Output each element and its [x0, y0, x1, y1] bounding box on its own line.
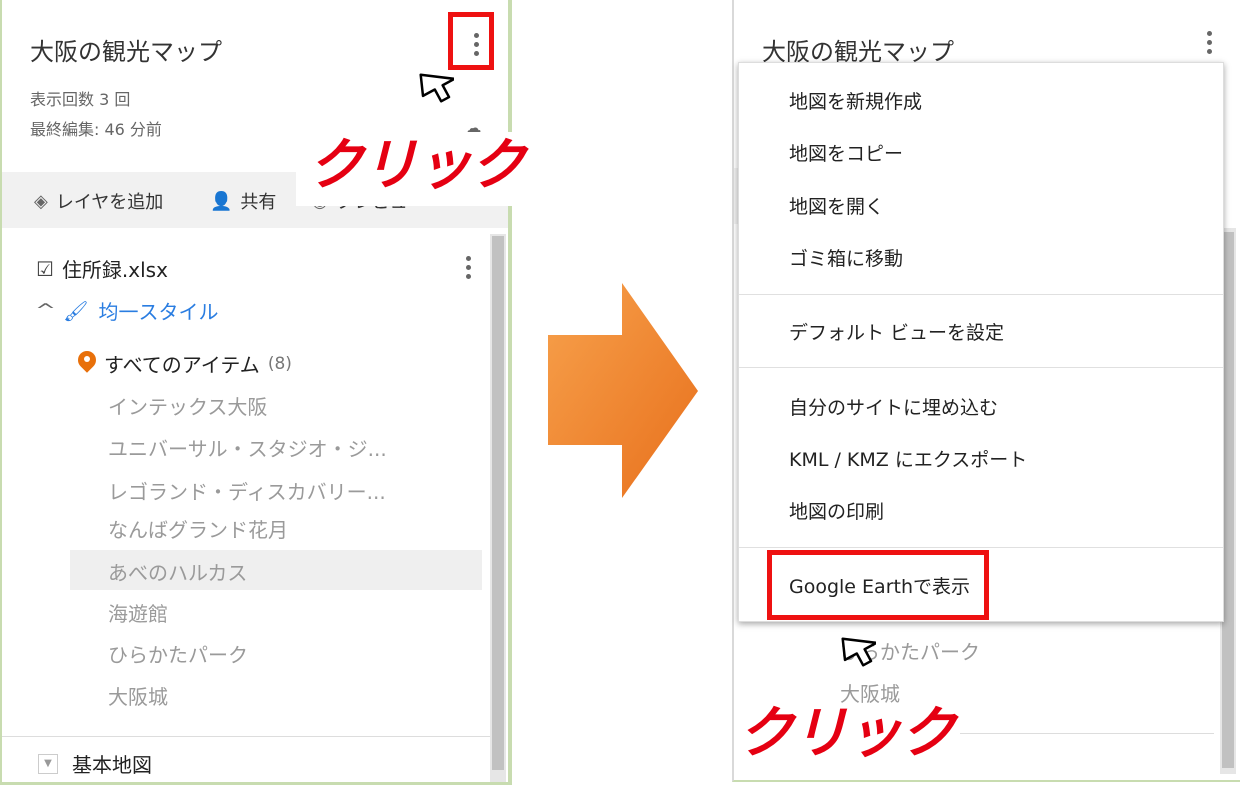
map-options-menu: 地図を新規作成 地図をコピー 地図を開く ゴミ箱に移動 デフォルト ビューを設定… [738, 62, 1224, 622]
list-item[interactable]: レゴランド・ディスカバリー... [108, 476, 386, 505]
add-layer-label: レイヤを追加 [55, 192, 164, 213]
share-label: 共有 [240, 192, 277, 213]
menu-item-new-map[interactable]: 地図を新規作成 [789, 87, 922, 114]
base-map-label: 基本地図 [72, 753, 152, 777]
item-count: (8) [267, 353, 292, 374]
map-pin-icon [78, 351, 96, 377]
click-callout-left: クリック [308, 133, 526, 198]
layer-title[interactable]: ☑ 住所録.xlsx [36, 254, 168, 283]
list-item[interactable]: インテックス大阪 [108, 391, 267, 420]
list-item[interactable]: あべのハルカス [108, 557, 247, 586]
click-callout-right: クリック [738, 701, 956, 766]
highlight-box-menu [448, 12, 494, 70]
mouse-pointer-icon [419, 73, 454, 103]
divider [960, 733, 1214, 734]
all-items-row[interactable]: すべてのアイテム (8) [78, 349, 292, 378]
map-title: 大阪の観光マップ [30, 38, 222, 66]
scrollbar-thumb-left[interactable] [492, 236, 504, 770]
layers-icon: ◈ [34, 190, 48, 212]
view-count: 表示回数 3 回 [30, 90, 131, 109]
menu-item-export-kml[interactable]: KML / KMZ にエクスポート [789, 445, 1027, 472]
list-item[interactable]: なんばグランド花月 [108, 514, 288, 543]
base-map-row[interactable]: ▼ 基本地図 [38, 749, 152, 778]
list-item[interactable]: 大阪城 [108, 681, 168, 710]
menu-item-embed[interactable]: 自分のサイトに埋め込む [789, 393, 998, 420]
chevron-up-icon[interactable]: ^ [35, 300, 56, 321]
share-button[interactable]: 👤 共有 [210, 188, 276, 214]
style-label: 均一スタイル [98, 300, 219, 324]
menu-separator [739, 367, 1223, 368]
menu-item-print-map[interactable]: 地図の印刷 [789, 497, 884, 524]
list-item[interactable]: ひらかたパーク [108, 639, 248, 668]
menu-item-open-map[interactable]: 地図を開く [789, 192, 884, 219]
paint-roller-icon: 🖌 [63, 298, 89, 323]
list-item[interactable]: ユニバーサル・スタジオ・ジ... [108, 433, 387, 462]
mouse-pointer-icon [841, 637, 876, 667]
highlight-box-google-earth [767, 550, 989, 620]
add-person-icon: 👤 [210, 190, 233, 212]
menu-item-move-to-trash[interactable]: ゴミ箱に移動 [789, 244, 903, 271]
menu-separator [739, 294, 1223, 295]
checkbox-checked-icon[interactable]: ☑ [36, 257, 54, 281]
add-layer-button[interactable]: ◈ レイヤを追加 [34, 188, 163, 214]
menu-item-copy-map[interactable]: 地図をコピー [789, 139, 903, 166]
all-items-label: すべてのアイテム [104, 353, 260, 377]
right-arrow-icon [548, 283, 698, 498]
layer-menu-icon[interactable] [463, 256, 473, 279]
last-edited: 最終編集: 46 分前 [30, 120, 162, 139]
layer-name-label: 住所録.xlsx [61, 258, 168, 282]
dropdown-triangle-icon[interactable]: ▼ [38, 753, 58, 774]
divider [2, 736, 490, 737]
menu-separator [739, 547, 1223, 548]
layer-style-link[interactable]: ^ 🖌 均一スタイル [35, 296, 219, 325]
menu-item-set-default-view[interactable]: デフォルト ビューを設定 [789, 318, 1004, 345]
map-menu-icon-right[interactable] [1204, 31, 1214, 54]
list-item[interactable]: 海遊館 [108, 598, 168, 627]
